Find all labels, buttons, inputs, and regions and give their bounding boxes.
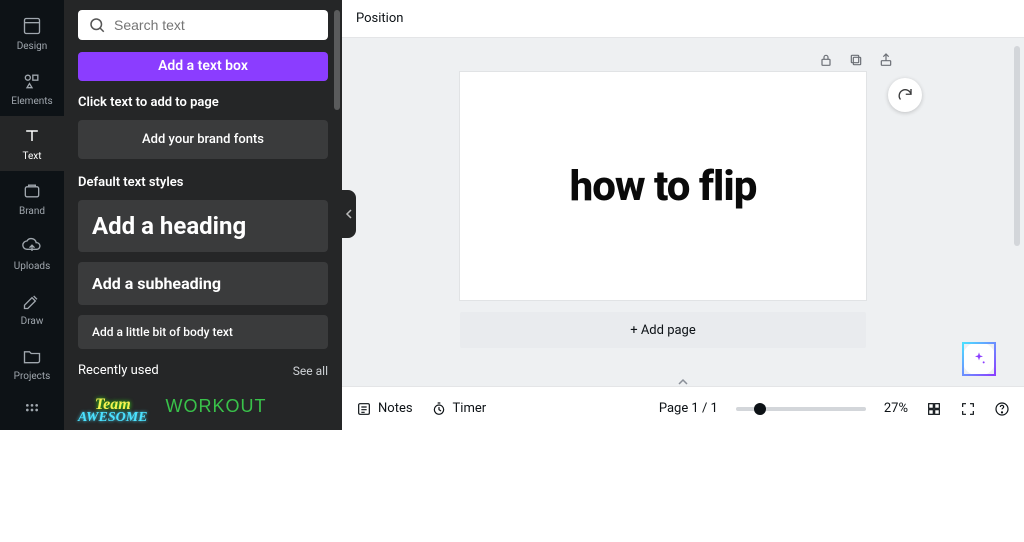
brand-icon bbox=[21, 180, 43, 202]
help-icon bbox=[994, 401, 1010, 417]
add-subheading-button[interactable]: Add a subheading bbox=[78, 262, 328, 305]
rail-label: Uploads bbox=[14, 261, 50, 272]
refresh-button[interactable] bbox=[888, 78, 922, 112]
stage[interactable]: how to flip + Add page bbox=[342, 38, 1024, 386]
click-hint: Click text to add to page bbox=[78, 95, 328, 110]
grid-view-button[interactable] bbox=[926, 401, 942, 417]
add-heading-button[interactable]: Add a heading bbox=[78, 200, 328, 252]
text-panel: Add a text box Click text to add to page… bbox=[64, 0, 342, 430]
draw-icon bbox=[21, 290, 43, 312]
zoom-slider[interactable] bbox=[736, 407, 866, 411]
projects-icon bbox=[21, 345, 43, 367]
see-all-link[interactable]: See all bbox=[293, 364, 328, 378]
page-tools bbox=[818, 52, 894, 68]
zoom-knob[interactable] bbox=[754, 403, 766, 415]
notes-icon bbox=[356, 401, 372, 417]
recent-item[interactable]: WORKOUT bbox=[166, 396, 267, 426]
timer-icon bbox=[431, 401, 447, 417]
recent-text: AWESOME bbox=[78, 410, 148, 426]
rail-more[interactable] bbox=[0, 391, 64, 430]
fullscreen-icon bbox=[960, 401, 976, 417]
recent-item[interactable]: Team AWESOME bbox=[78, 396, 148, 426]
stage-scrollbar[interactable] bbox=[1014, 46, 1020, 246]
timer-label: Timer bbox=[453, 401, 487, 416]
default-styles-label: Default text styles bbox=[78, 175, 328, 190]
canvas-area: Position how to flip + Add page bbox=[342, 0, 1024, 430]
chevron-left-icon bbox=[345, 209, 353, 219]
design-icon bbox=[21, 15, 43, 37]
search-input[interactable] bbox=[114, 17, 318, 33]
rail-text[interactable]: Text bbox=[0, 116, 64, 171]
help-button[interactable] bbox=[994, 401, 1010, 417]
refresh-icon bbox=[896, 86, 914, 104]
assistant-button[interactable] bbox=[962, 342, 996, 376]
add-text-box-button[interactable]: Add a text box bbox=[78, 52, 328, 82]
recent-text: WORKOUT bbox=[166, 396, 267, 417]
add-brand-fonts-button[interactable]: Add your brand fonts bbox=[78, 120, 328, 159]
collapse-panel-button[interactable] bbox=[342, 190, 356, 238]
uploads-icon bbox=[21, 235, 43, 257]
rail-design[interactable]: Design bbox=[0, 6, 64, 61]
page-text[interactable]: how to flip bbox=[570, 162, 757, 211]
grid-icon bbox=[24, 402, 40, 418]
recent-items: Team AWESOME WORKOUT bbox=[78, 396, 328, 430]
search-input-wrap[interactable] bbox=[78, 10, 328, 40]
rail-uploads[interactable]: Uploads bbox=[0, 226, 64, 281]
position-button[interactable]: Position bbox=[356, 11, 403, 26]
panel-scrollbar[interactable] bbox=[334, 10, 340, 110]
add-body-button[interactable]: Add a little bit of body text bbox=[78, 315, 328, 349]
sparkle-icon bbox=[971, 351, 987, 367]
rail-brand[interactable]: Brand bbox=[0, 171, 64, 226]
page-indicator[interactable]: Page 1 / 1 bbox=[659, 401, 718, 416]
notes-button[interactable]: Notes bbox=[356, 401, 413, 417]
rail-elements[interactable]: Elements bbox=[0, 61, 64, 116]
duplicate-icon[interactable] bbox=[848, 52, 864, 68]
search-icon bbox=[88, 16, 106, 34]
fullscreen-button[interactable] bbox=[960, 401, 976, 417]
rail-label: Elements bbox=[11, 96, 52, 107]
text-icon bbox=[21, 125, 43, 147]
rail-label: Design bbox=[17, 41, 48, 52]
chevron-up-icon bbox=[677, 378, 689, 386]
rail-projects[interactable]: Projects bbox=[0, 336, 64, 391]
add-page-button[interactable]: + Add page bbox=[460, 312, 866, 348]
drawer-handle[interactable] bbox=[668, 378, 698, 386]
context-toolbar: Position bbox=[342, 0, 1024, 38]
rail-label: Brand bbox=[19, 206, 45, 217]
rail-label: Text bbox=[22, 151, 41, 162]
side-rail: Design Elements Text Brand Uploads Draw … bbox=[0, 0, 64, 430]
notes-label: Notes bbox=[378, 401, 413, 416]
zoom-value[interactable]: 27% bbox=[884, 401, 908, 416]
recently-used-label: Recently used bbox=[78, 363, 159, 378]
rail-label: Draw bbox=[21, 316, 44, 327]
rail-draw[interactable]: Draw bbox=[0, 281, 64, 336]
lock-icon[interactable] bbox=[818, 52, 834, 68]
grid-icon bbox=[926, 401, 942, 417]
share-icon[interactable] bbox=[878, 52, 894, 68]
bottom-bar: Notes Timer Page 1 / 1 27% bbox=[342, 386, 1024, 430]
rail-label: Projects bbox=[14, 371, 51, 382]
canvas-page[interactable]: how to flip bbox=[460, 72, 866, 300]
elements-icon bbox=[21, 70, 43, 92]
timer-button[interactable]: Timer bbox=[431, 401, 487, 417]
